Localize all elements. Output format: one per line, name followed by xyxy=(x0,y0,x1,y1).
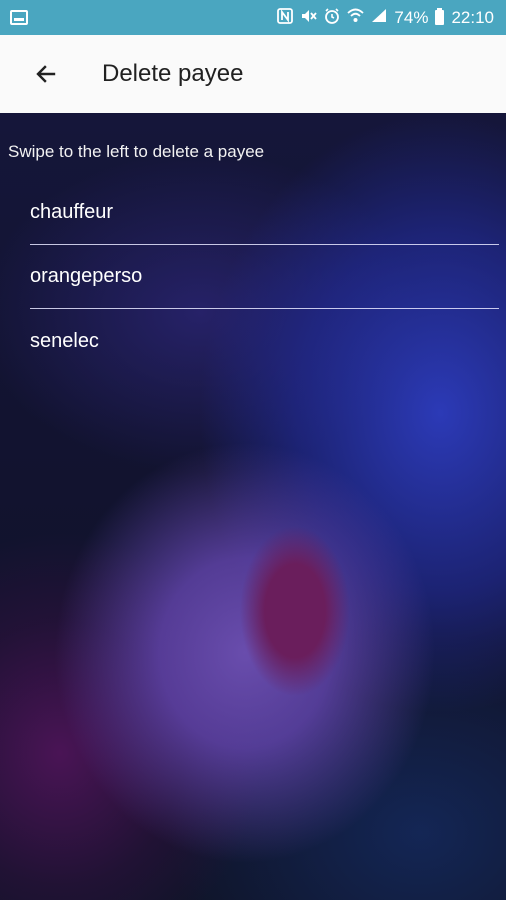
payee-label: senelec xyxy=(30,329,99,352)
nfc-icon xyxy=(277,7,294,28)
status-bar: 74% 22:10 xyxy=(0,0,506,35)
payee-label: orangeperso xyxy=(30,265,143,287)
swipe-hint: Swipe to the left to delete a payee xyxy=(8,142,265,161)
back-button[interactable] xyxy=(25,53,67,95)
battery-icon xyxy=(435,8,445,25)
payee-list: chauffeur orangeperso senelec xyxy=(30,181,499,373)
toolbar: Delete payee xyxy=(0,35,506,115)
alarm-icon xyxy=(324,7,340,28)
page-title: Delete payee xyxy=(102,60,244,87)
list-item-payee[interactable]: chauffeur xyxy=(30,181,499,245)
mute-icon xyxy=(300,8,318,28)
payee-label: chauffeur xyxy=(30,201,114,223)
list-item-payee[interactable]: senelec xyxy=(30,309,499,373)
battery-percent: 74% xyxy=(394,7,429,27)
arrow-left-icon xyxy=(36,65,56,83)
clock: 22:10 xyxy=(451,7,494,27)
gallery-icon xyxy=(10,10,28,25)
list-item-payee[interactable]: orangeperso xyxy=(30,245,499,309)
wifi-icon xyxy=(347,8,365,27)
signal-icon xyxy=(371,8,387,27)
